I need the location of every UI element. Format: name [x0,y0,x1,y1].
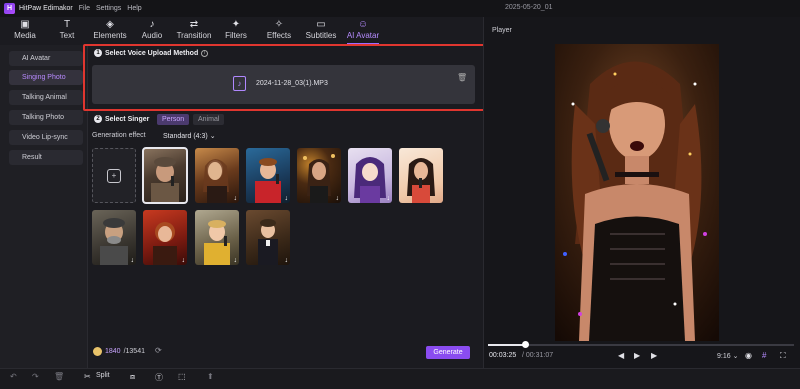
refresh-icon[interactable]: ⟳ [155,346,162,355]
prev-frame-icon[interactable]: ◀ [618,351,624,360]
singer-thumbnail[interactable]: ↓ [348,148,392,203]
generation-effect-label: Generation effect [92,132,146,139]
next-frame-icon[interactable]: ▶ [651,351,657,360]
progress-handle[interactable] [522,341,529,348]
singer-thumbnail[interactable]: ↓ [195,148,239,203]
export-frame-icon[interactable]: ⬆ [207,372,214,381]
current-time: 00:03:25 [489,352,517,359]
aspect-ratio-select[interactable]: 9:16 ⌄ [717,352,738,360]
singer-thumbnail[interactable]: ↓ [246,148,290,203]
singer-thumbnail[interactable]: ↓ [195,210,239,265]
menu-settings[interactable]: Settings [96,5,121,12]
freeze-icon[interactable]: ⬚ [178,372,186,381]
subtitles-icon: ▭ [316,19,326,30]
timeline-toolbar [0,368,800,389]
redo-icon[interactable]: ↷ [32,372,39,381]
ai-avatar-icon: ☺ [357,19,369,30]
tab-person[interactable]: Person [157,114,190,125]
download-icon[interactable]: ↓ [387,195,391,202]
undo-icon[interactable]: ↶ [10,372,17,381]
tab-effects[interactable]: ✧ Effects [257,19,301,43]
player-title: Player [492,27,512,34]
singer-section-title: 2 Select Singer [94,115,149,123]
chevron-down-icon: ⌄ [209,133,216,140]
download-icon[interactable]: ↓ [182,257,186,264]
main-toolbar: ▣ Media T Text ◈ Elements ♪ Audio ⇄ Transitio… [0,17,480,45]
text-tool-icon[interactable]: Ⓣ [155,372,163,383]
sidebar-item-talking-photo[interactable]: Talking Photo [9,110,83,125]
grid-icon[interactable]: # [762,351,766,360]
credits-used: 1840 [105,348,121,355]
crop-icon[interactable]: ⧈ [130,372,135,382]
delete-icon[interactable]: 🗑 [54,372,64,381]
sidebar-item-talking-animal[interactable]: Talking Animal [9,90,83,105]
step-number: 1 [94,49,102,57]
download-icon[interactable]: ↓ [131,257,135,264]
split-label[interactable]: Split [96,372,110,379]
tab-transition[interactable]: ⇄ Transition [172,19,216,43]
playback-progress[interactable] [488,344,794,346]
generate-button[interactable]: Generate [426,346,470,359]
tab-elements[interactable]: ◈ Elements [88,19,132,43]
video-preview[interactable] [555,44,719,341]
upload-section-title: 1 Select Voice Upload Method i [94,49,209,57]
transition-icon: ⇄ [189,19,199,30]
app-name: HitPaw Edimakor [19,5,73,12]
window-title: 2025-05-20_01 [505,4,553,11]
filters-icon: ✦ [231,19,241,30]
step-number: 2 [94,115,102,123]
download-icon[interactable]: ↓ [336,195,340,202]
sidebar-item-video-lip-sync[interactable]: Video Lip-sync [9,130,83,145]
music-file-icon: ♪ [233,76,246,91]
delete-icon[interactable]: 🗑 [457,73,467,82]
generation-effect-select[interactable]: Standard (4:3) ⌄ [163,132,216,140]
add-photo-button[interactable]: + [92,148,136,203]
download-icon[interactable]: ↓ [285,257,289,264]
tab-filters[interactable]: ✦ Filters [214,19,258,43]
singer-thumbnail[interactable]: ↓ [92,210,136,265]
app-logo-icon: H [4,3,15,14]
fullscreen-icon[interactable]: ⛶ [780,351,786,361]
coin-icon [93,347,102,356]
audio-file-name: 2024-11-28_03(1).MP3 [256,80,328,87]
download-icon[interactable]: ↓ [234,257,238,264]
snapshot-icon[interactable]: ◉ [745,351,752,360]
progress-fill [488,344,525,346]
tab-audio[interactable]: ♪ Audio [130,19,174,43]
singer-thumbnail[interactable]: ↓ [246,210,290,265]
menu-help[interactable]: Help [127,5,141,12]
tab-subtitles[interactable]: ▭ Subtitles [299,19,343,43]
tab-text[interactable]: T Text [45,19,89,43]
tab-animal[interactable]: Animal [193,114,225,125]
singer-thumbnail[interactable] [399,148,443,203]
play-icon[interactable]: ▶ [634,351,640,360]
text-icon: T [63,19,71,30]
app-window: H HitPaw Edimakor File Settings Help 202… [0,0,800,389]
menu-file[interactable]: File [79,5,90,12]
sidebar: AI Avatar Singing Photo Talking Animal T… [0,45,88,368]
add-person-icon: + [107,168,121,183]
tab-ai-avatar[interactable]: ☺ AI Avatar [341,19,385,45]
singer-thumbnail[interactable] [142,147,188,204]
download-icon[interactable]: ↓ [285,195,289,202]
download-icon[interactable]: ↓ [234,195,238,202]
info-icon[interactable]: i [201,49,209,57]
total-time: / 00:31:07 [522,352,554,359]
singer-thumbnail[interactable]: ↓ [143,210,187,265]
effects-icon: ✧ [274,19,284,30]
title-bar: H HitPaw Edimakor File Settings Help 202… [0,0,800,17]
tab-media[interactable]: ▣ Media [3,19,47,43]
media-icon: ▣ [20,19,30,30]
credits-total: /13541 [123,348,145,355]
audio-icon: ♪ [149,19,155,30]
credits-counter: 1840/13541 [93,347,145,356]
sidebar-item-singing-photo[interactable]: Singing Photo [9,70,83,85]
elements-icon: ◈ [106,19,114,30]
singer-thumbnail[interactable]: ↓ [297,148,341,203]
split-icon[interactable]: ✂ [84,372,91,381]
sidebar-item-result[interactable]: Result [9,150,83,165]
sidebar-item-ai-avatar[interactable]: AI Avatar [9,51,83,66]
